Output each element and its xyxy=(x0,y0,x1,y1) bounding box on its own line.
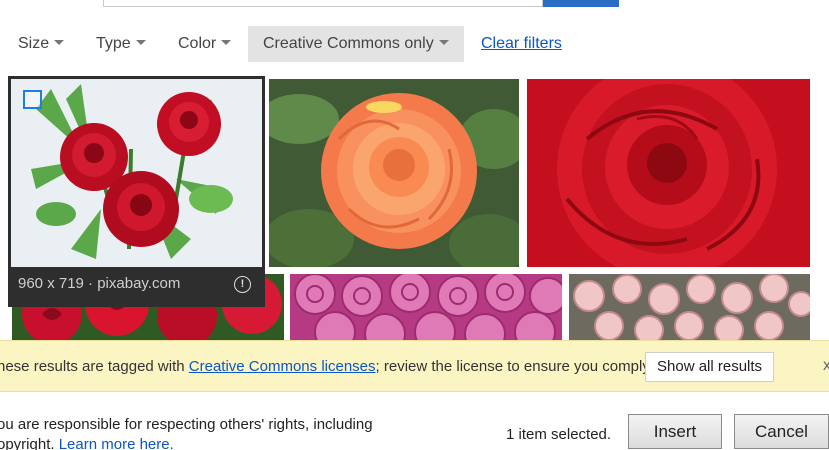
banner-prefix: hese results are tagged with xyxy=(0,358,189,375)
chevron-down-icon xyxy=(54,40,65,46)
size-filter[interactable]: Size xyxy=(18,26,65,62)
image-tile[interactable] xyxy=(269,79,519,267)
learn-more-link[interactable]: Learn more here. xyxy=(59,436,174,450)
chevron-down-icon xyxy=(135,40,146,46)
rights-notice-text: opyright. xyxy=(0,436,59,450)
image-insert-dialog: Size Type Color Creative Commons only Cl… xyxy=(0,0,829,450)
image-results-grid: 960 x 719 · pixabay.com ! xyxy=(0,74,829,340)
creative-commons-link[interactable]: Creative Commons licenses xyxy=(189,358,376,375)
search-button[interactable] xyxy=(543,0,619,7)
rights-notice-line1: ou are responsible for respecting others… xyxy=(0,416,373,433)
image-tile[interactable] xyxy=(569,274,810,340)
license-filter-label: Creative Commons only xyxy=(263,35,434,52)
type-filter[interactable]: Type xyxy=(96,26,146,62)
image-tile[interactable] xyxy=(527,79,810,267)
image-roses-pale-pink xyxy=(569,274,810,340)
chevron-down-icon xyxy=(438,40,449,46)
rights-notice: ou are responsible for respecting others… xyxy=(0,415,397,450)
image-tile[interactable] xyxy=(290,274,562,340)
image-rose-orange xyxy=(269,79,519,267)
rights-notice-line2: opyright. Learn more here. xyxy=(0,435,397,450)
close-icon[interactable]: x xyxy=(823,357,829,375)
chevron-down-icon xyxy=(221,40,232,46)
filter-bar: Size Type Color Creative Commons only Cl… xyxy=(0,26,829,62)
selected-image[interactable] xyxy=(11,79,262,267)
search-input[interactable] xyxy=(103,0,543,7)
checkbox-icon[interactable] xyxy=(23,90,42,109)
image-rose-red-closeup xyxy=(527,79,810,267)
clear-filters-link[interactable]: Clear filters xyxy=(481,26,562,62)
banner-suffix: ; review the license to ensure you compl… xyxy=(375,358,653,375)
selected-image-card[interactable]: 960 x 719 · pixabay.com ! xyxy=(8,76,265,307)
license-filter[interactable]: Creative Commons only xyxy=(248,26,464,62)
license-banner: hese results are tagged with Creative Co… xyxy=(0,340,829,392)
show-all-results-button[interactable]: Show all results xyxy=(645,352,775,382)
image-roses-pink-field xyxy=(290,274,562,340)
image-caption: 960 x 719 · pixabay.com xyxy=(18,275,181,292)
size-filter-label: Size xyxy=(18,35,50,52)
banner-text: hese results are tagged with Creative Co… xyxy=(0,341,653,393)
cancel-button[interactable]: Cancel xyxy=(734,414,829,449)
insert-button[interactable]: Insert xyxy=(628,414,722,449)
type-filter-label: Type xyxy=(96,35,131,52)
info-icon[interactable]: ! xyxy=(234,276,251,293)
color-filter-label: Color xyxy=(178,35,217,52)
color-filter[interactable]: Color xyxy=(178,26,232,62)
selection-count: 1 item selected. xyxy=(506,426,612,443)
image-rose-bouquet-red xyxy=(11,79,262,267)
